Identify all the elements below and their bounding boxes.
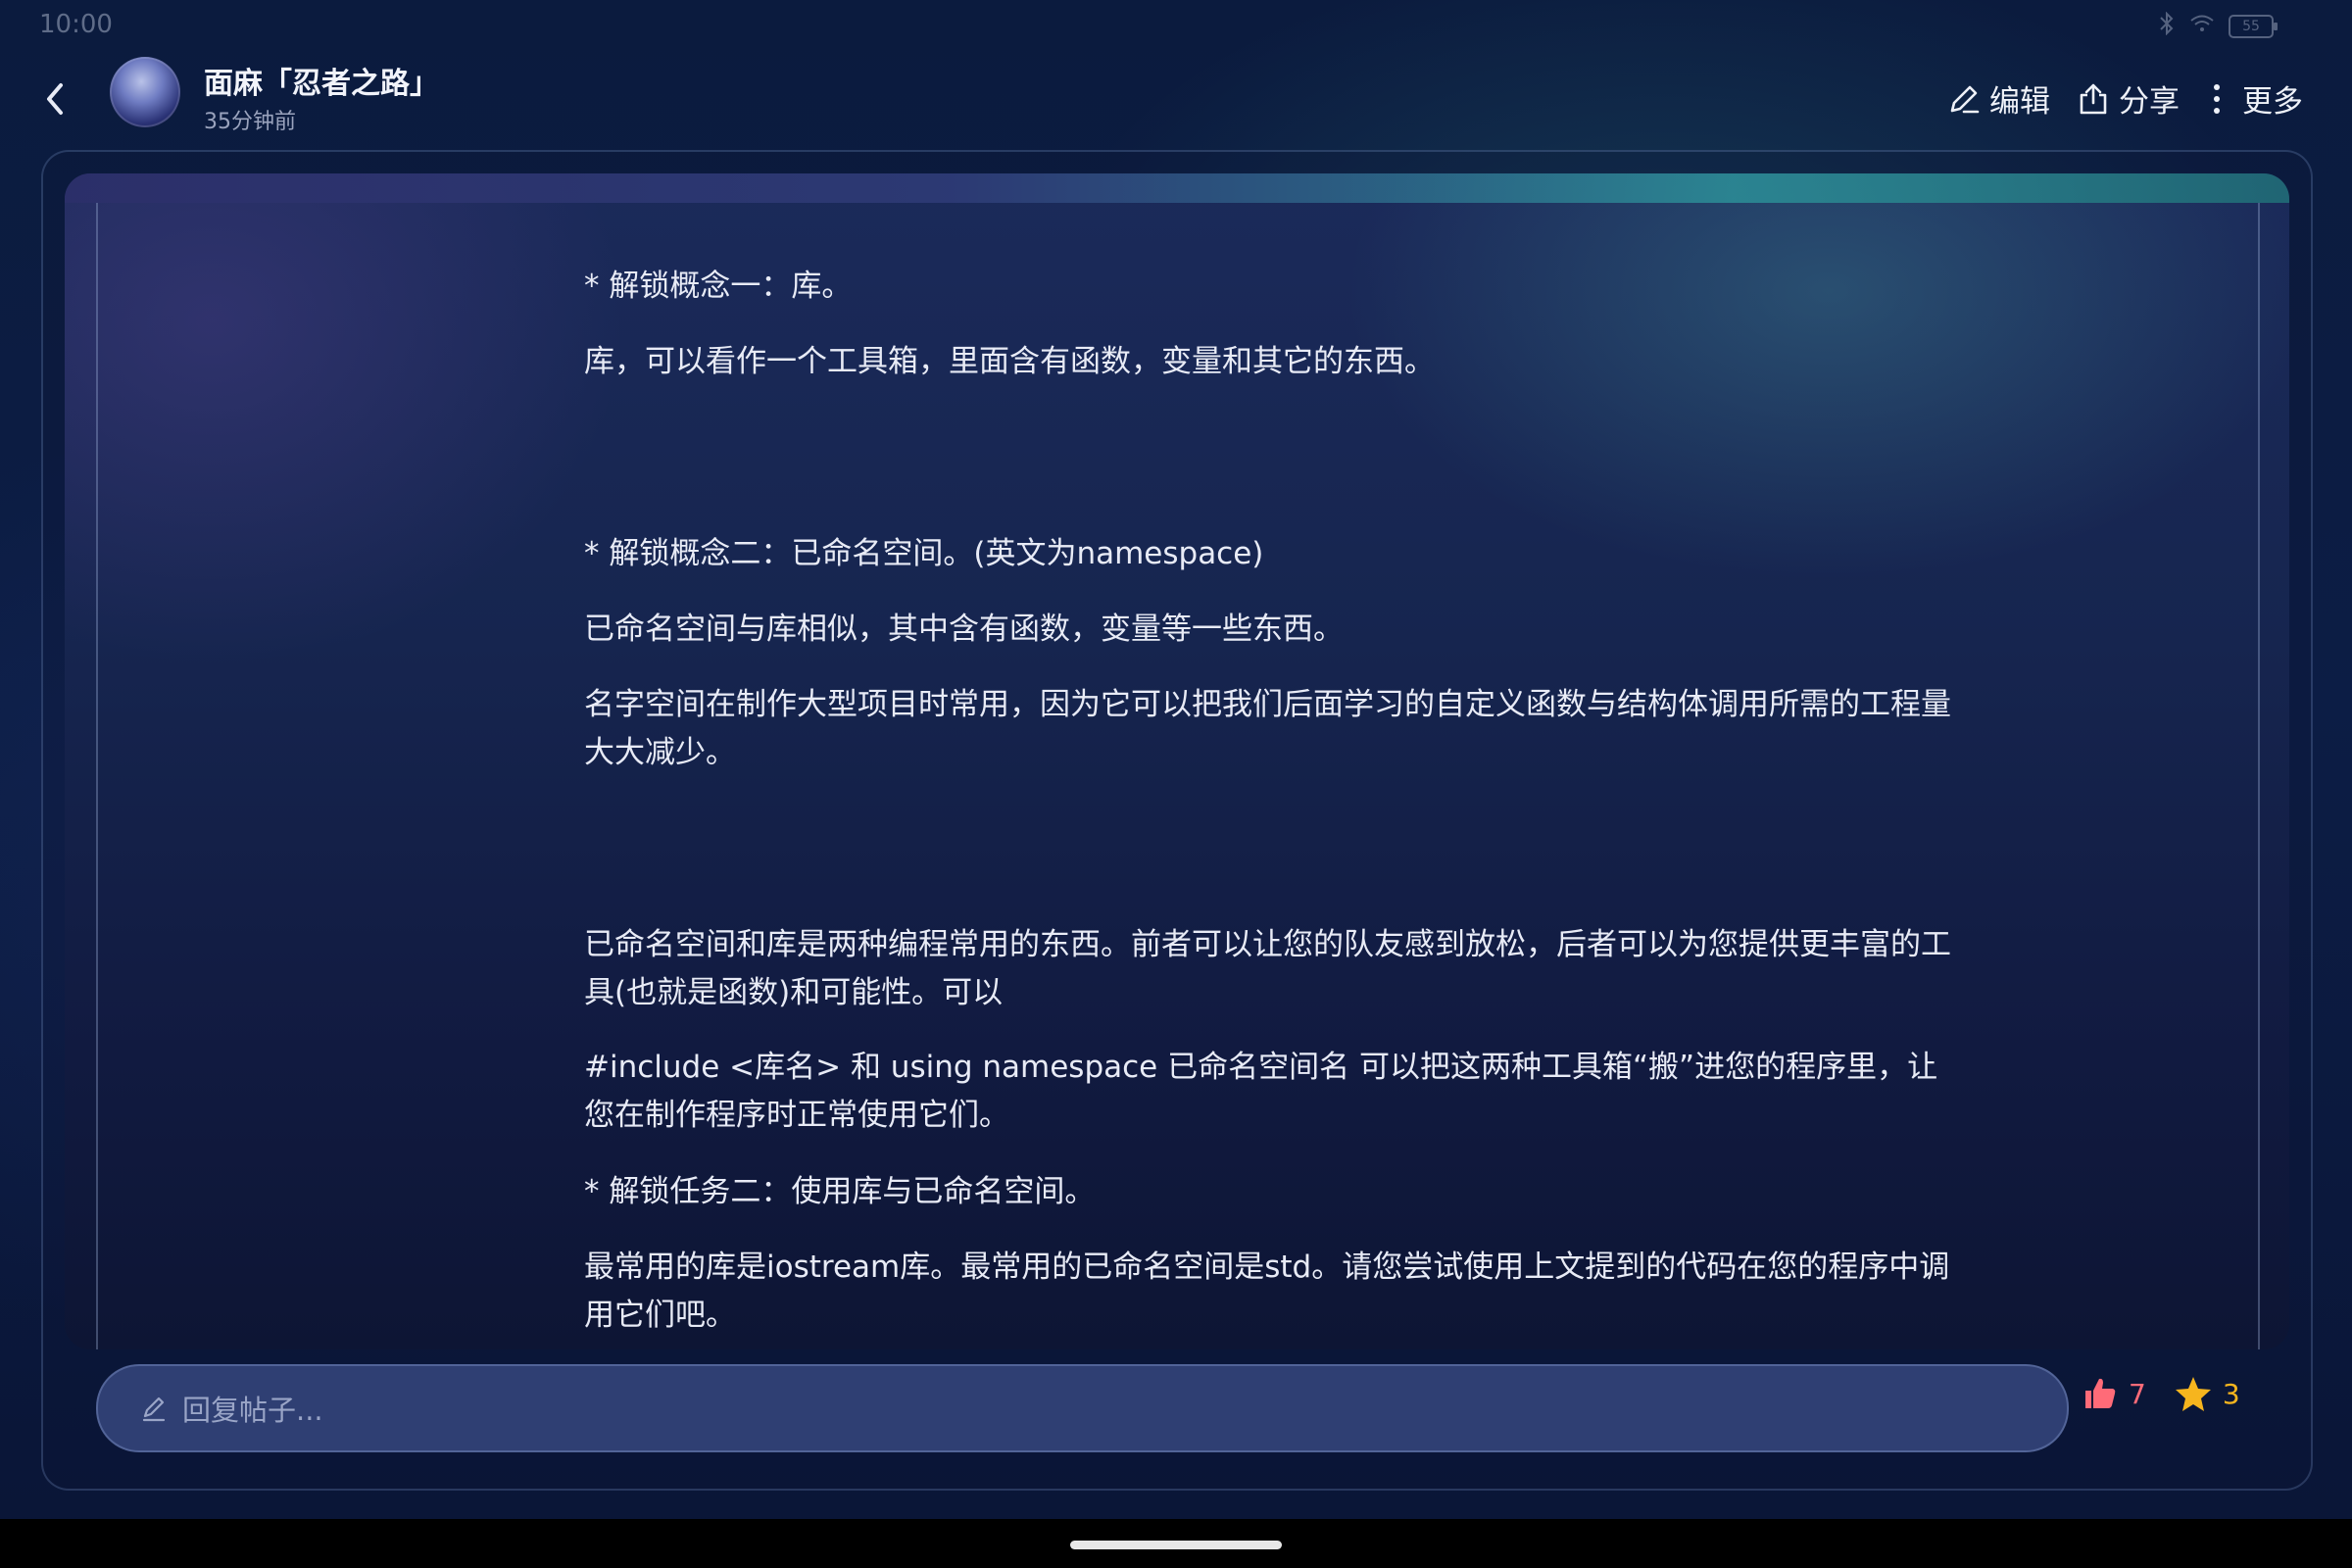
favorite-count: 3	[2222, 1377, 2240, 1410]
like-count: 7	[2129, 1377, 2146, 1410]
reply-placeholder: 回复帖子...	[182, 1394, 323, 1427]
share-icon	[2080, 83, 2107, 114]
paragraph: * 解锁任务二：使用库与已命名空间。	[584, 1174, 1096, 1209]
battery-level: 55	[2242, 19, 2260, 34]
star-icon	[2175, 1377, 2211, 1411]
author-avatar[interactable]	[110, 57, 180, 127]
share-label: 分享	[2119, 84, 2180, 120]
post-card[interactable]: * 解锁概念一：库。 库，可以看作一个工具箱，里面含有函数，变量和其它的东西。 …	[65, 173, 2289, 1349]
reply-input[interactable]: 回复帖子...	[96, 1364, 2069, 1452]
back-button[interactable]	[29, 74, 78, 123]
edit-icon	[1950, 85, 1980, 113]
paragraph: 最常用的库是iostream库。最常用的已命名空间是std。请您尝试使用上文提到…	[584, 1250, 1950, 1333]
home-indicator[interactable]	[1070, 1541, 1282, 1549]
paragraph: 名字空间在制作大型项目时常用，因为它可以把我们后面学习的自定义函数与结构体调用所…	[584, 687, 1951, 770]
favorite-button[interactable]: 3	[2174, 1375, 2240, 1412]
pencil-icon	[141, 1395, 167, 1422]
paragraph: 库，可以看作一个工具箱，里面含有函数，变量和其它的东西。	[584, 344, 1435, 379]
paragraph: #include <库名> 和 using namespace 已命名空间名 可…	[584, 1050, 1938, 1133]
edit-label: 编辑	[1989, 84, 2050, 120]
share-button[interactable]: 分享	[2076, 76, 2180, 121]
status-time: 10:00	[39, 10, 113, 39]
reactions: 7 3	[2082, 1375, 2240, 1412]
paragraph: * 解锁概念二：已命名空间。(英文为namespace)	[584, 536, 1264, 571]
status-icons: 55	[2158, 11, 2278, 41]
status-bar: 10:00 55	[0, 0, 2352, 49]
edit-button[interactable]: 编辑	[1946, 76, 2050, 121]
paragraph: * 解锁概念一：库。	[584, 269, 853, 304]
like-button[interactable]: 7	[2082, 1375, 2146, 1412]
bluetooth-icon	[2158, 11, 2176, 41]
header-actions: 编辑 分享 更多	[1946, 76, 2303, 121]
paragraph: 已命名空间与库相似，其中含有函数，变量等一些东西。	[584, 612, 1344, 647]
more-label: 更多	[2242, 84, 2303, 120]
post-panel: * 解锁概念一：库。 库，可以看作一个工具箱，里面含有函数，变量和其它的东西。 …	[41, 150, 2313, 1491]
system-nav-bar	[0, 1519, 2352, 1568]
more-vertical-icon	[2214, 83, 2220, 114]
battery-icon: 55	[2229, 15, 2278, 38]
thumbs-up-icon	[2085, 1378, 2116, 1408]
more-button[interactable]: 更多	[2205, 76, 2303, 121]
post-time: 35分钟前	[204, 110, 296, 134]
author-name[interactable]: 面麻「忍者之路」	[204, 59, 439, 102]
post-header: 面麻「忍者之路」 35分钟前 编辑 分享 更多	[0, 49, 2352, 147]
paragraph: 已命名空间和库是两种编程常用的东西。前者可以让您的队友感到放松，后者可以为您提供…	[584, 927, 1951, 1010]
card-top-accent	[65, 173, 2289, 203]
wifi-icon	[2189, 14, 2215, 39]
chevron-left-icon	[47, 83, 63, 115]
